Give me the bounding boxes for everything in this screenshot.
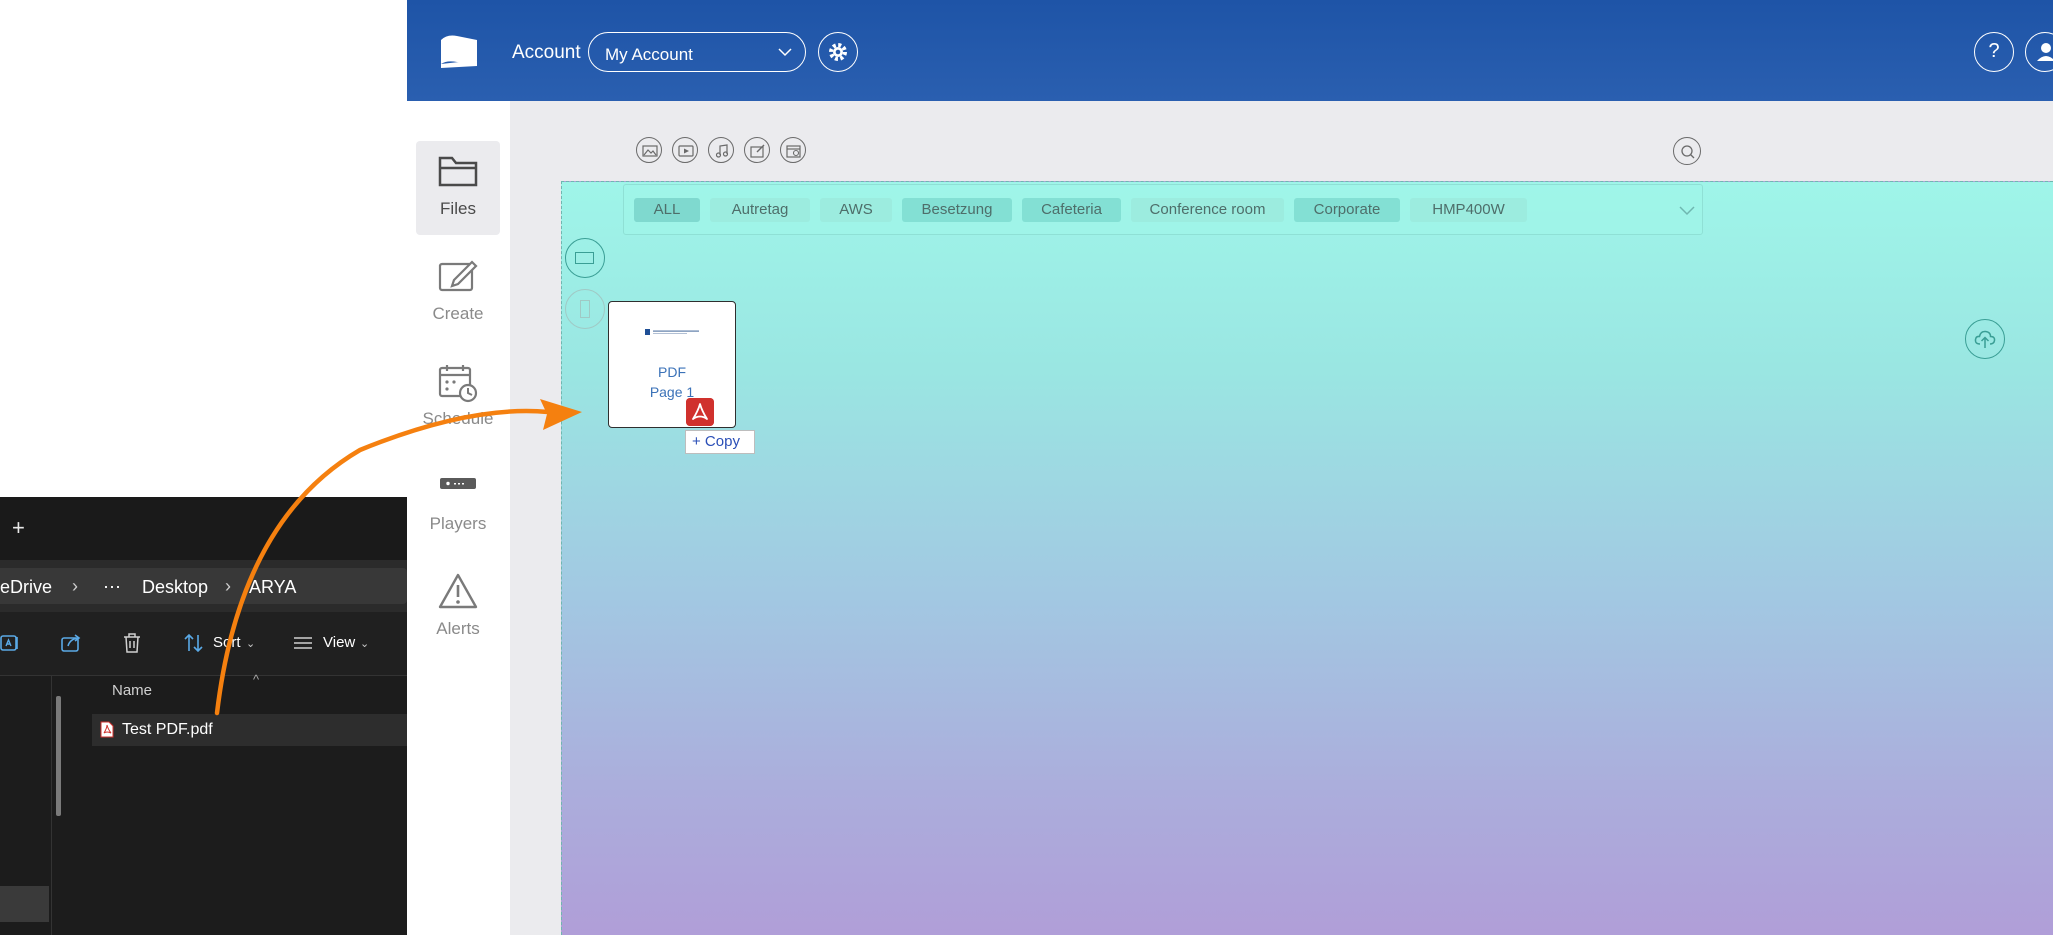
media-thumbnail-pdf[interactable]: PDF Page 1	[608, 301, 736, 428]
chevron-down-icon	[778, 48, 792, 57]
explorer-tab-bar: +	[0, 497, 407, 560]
account-label: Account	[512, 42, 581, 63]
navigation-pane[interactable]	[0, 676, 52, 935]
schedule-icon	[438, 365, 478, 403]
settings-button[interactable]	[818, 32, 858, 72]
filter-audio-button[interactable]	[708, 137, 734, 163]
nav-item-schedule[interactable]: Schedule	[416, 351, 500, 445]
folder-icon	[438, 156, 478, 187]
tag-hmp400w[interactable]: HMP400W	[1410, 198, 1527, 222]
chevron-right-icon: ›	[225, 576, 231, 596]
portrait-view-toggle[interactable]	[565, 289, 605, 329]
chevron-right-icon: ›	[72, 576, 78, 596]
tag-besetzung[interactable]: Besetzung	[902, 198, 1012, 222]
portrait-icon	[580, 300, 590, 318]
account-select[interactable]: My Account	[588, 32, 806, 72]
nav-item-players[interactable]: Players	[416, 456, 500, 550]
file-name: Test PDF.pdf	[122, 721, 213, 738]
file-row[interactable]: Test PDF.pdf	[92, 714, 407, 746]
view-icon[interactable]	[292, 632, 314, 654]
spinetix-logo	[645, 329, 699, 335]
navigation-scrollbar[interactable]	[56, 696, 61, 816]
alert-icon	[438, 573, 478, 609]
nav-item-files[interactable]: Files	[416, 141, 500, 235]
player-icon	[440, 478, 476, 489]
landscape-icon	[575, 252, 594, 264]
nav-item-label: Schedule	[422, 409, 494, 428]
landscape-view-toggle[interactable]	[565, 238, 605, 278]
user-icon	[2037, 43, 2053, 61]
account-select-value: My Account	[605, 45, 693, 64]
breadcrumb-desktop[interactable]: Desktop	[142, 577, 208, 598]
upload-button[interactable]	[1965, 319, 2005, 359]
filter-images-button[interactable]	[636, 137, 662, 163]
widget-icon	[750, 144, 765, 158]
top-bar: Account My Account ?	[407, 0, 2053, 101]
breadcrumb-onedrive[interactable]: eDrive	[0, 577, 52, 598]
breadcrumb[interactable]: eDrive › ⋯ Desktop › ARYA	[0, 568, 407, 604]
rename-icon[interactable]	[0, 632, 22, 654]
drop-copy-tooltip: + Copy	[685, 430, 755, 454]
delete-icon[interactable]	[121, 632, 143, 654]
signage-app: Account My Account ? Files Create Schedu…	[407, 0, 2053, 935]
breadcrumb-more[interactable]: ⋯	[103, 577, 121, 598]
tag-cafeteria[interactable]: Cafeteria	[1022, 198, 1121, 222]
help-button[interactable]: ?	[1974, 32, 2014, 72]
column-header-name[interactable]: Name	[112, 682, 152, 699]
image-icon	[642, 145, 658, 157]
gear-icon	[829, 43, 847, 61]
nav-item-label: Players	[429, 514, 487, 533]
create-icon	[438, 260, 478, 292]
explorer-address-bar: eDrive › ⋯ Desktop › ARYA	[0, 560, 407, 612]
share-icon[interactable]	[60, 632, 82, 654]
tag-all[interactable]: ALL	[634, 198, 700, 222]
sort-icon[interactable]	[183, 632, 205, 654]
media-library-canvas[interactable]: ALL Autretag AWS Besetzung Cafeteria Con…	[561, 181, 2053, 935]
nav-item-alerts[interactable]: Alerts	[416, 561, 500, 655]
tag-corporate[interactable]: Corporate	[1294, 198, 1400, 222]
breadcrumb-arya[interactable]: ARYA	[249, 577, 296, 598]
navigation-pane-selected-item[interactable]	[0, 886, 49, 922]
playlist-icon	[786, 145, 801, 158]
tag-aws[interactable]: AWS	[820, 198, 892, 222]
workspace: ALL Autretag AWS Besetzung Cafeteria Con…	[510, 101, 2053, 935]
music-icon	[715, 144, 729, 158]
pdf-icon	[686, 398, 714, 426]
media-subtitle: Page 1	[649, 384, 695, 400]
tag-autretag[interactable]: Autretag	[710, 198, 810, 222]
media-title: PDF	[658, 364, 686, 380]
nav-item-label: Alerts	[436, 619, 480, 638]
user-menu-button[interactable]	[2025, 32, 2053, 72]
chevron-down-icon: ⌄	[360, 638, 370, 650]
nav-item-label: Files	[440, 199, 476, 218]
new-tab-button[interactable]: +	[12, 515, 25, 541]
filter-widgets-button[interactable]	[744, 137, 770, 163]
nav-item-create[interactable]: Create	[416, 246, 500, 340]
brand-logo[interactable]	[437, 30, 481, 74]
file-explorer-window: + eDrive › ⋯ Desktop › ARYA Sort ⌄ View …	[0, 497, 407, 935]
filter-playlists-button[interactable]	[780, 137, 806, 163]
sort-button[interactable]: Sort	[213, 634, 241, 651]
search-icon	[1681, 145, 1695, 159]
nav-item-label: Create	[432, 304, 484, 323]
explorer-command-bar: Sort ⌄ View ⌄	[0, 612, 407, 676]
side-navigation: Files Create Schedule Players Alerts	[407, 101, 510, 935]
pdf-file-icon	[100, 721, 114, 738]
cloud-upload-icon	[1974, 330, 1996, 348]
view-button[interactable]: View	[323, 634, 355, 651]
tag-conference-room[interactable]: Conference room	[1131, 198, 1284, 222]
tag-filter-bar: ALL Autretag AWS Besetzung Cafeteria Con…	[623, 184, 1703, 235]
sort-caret-icon: ^	[253, 672, 260, 687]
filter-videos-button[interactable]	[672, 137, 698, 163]
explorer-content: ^ Name Test PDF.pdf	[0, 672, 407, 935]
chevron-down-icon: ⌄	[246, 638, 256, 650]
video-icon	[678, 145, 694, 157]
chevron-down-icon[interactable]	[1678, 201, 1696, 219]
search-button[interactable]	[1673, 137, 1701, 165]
